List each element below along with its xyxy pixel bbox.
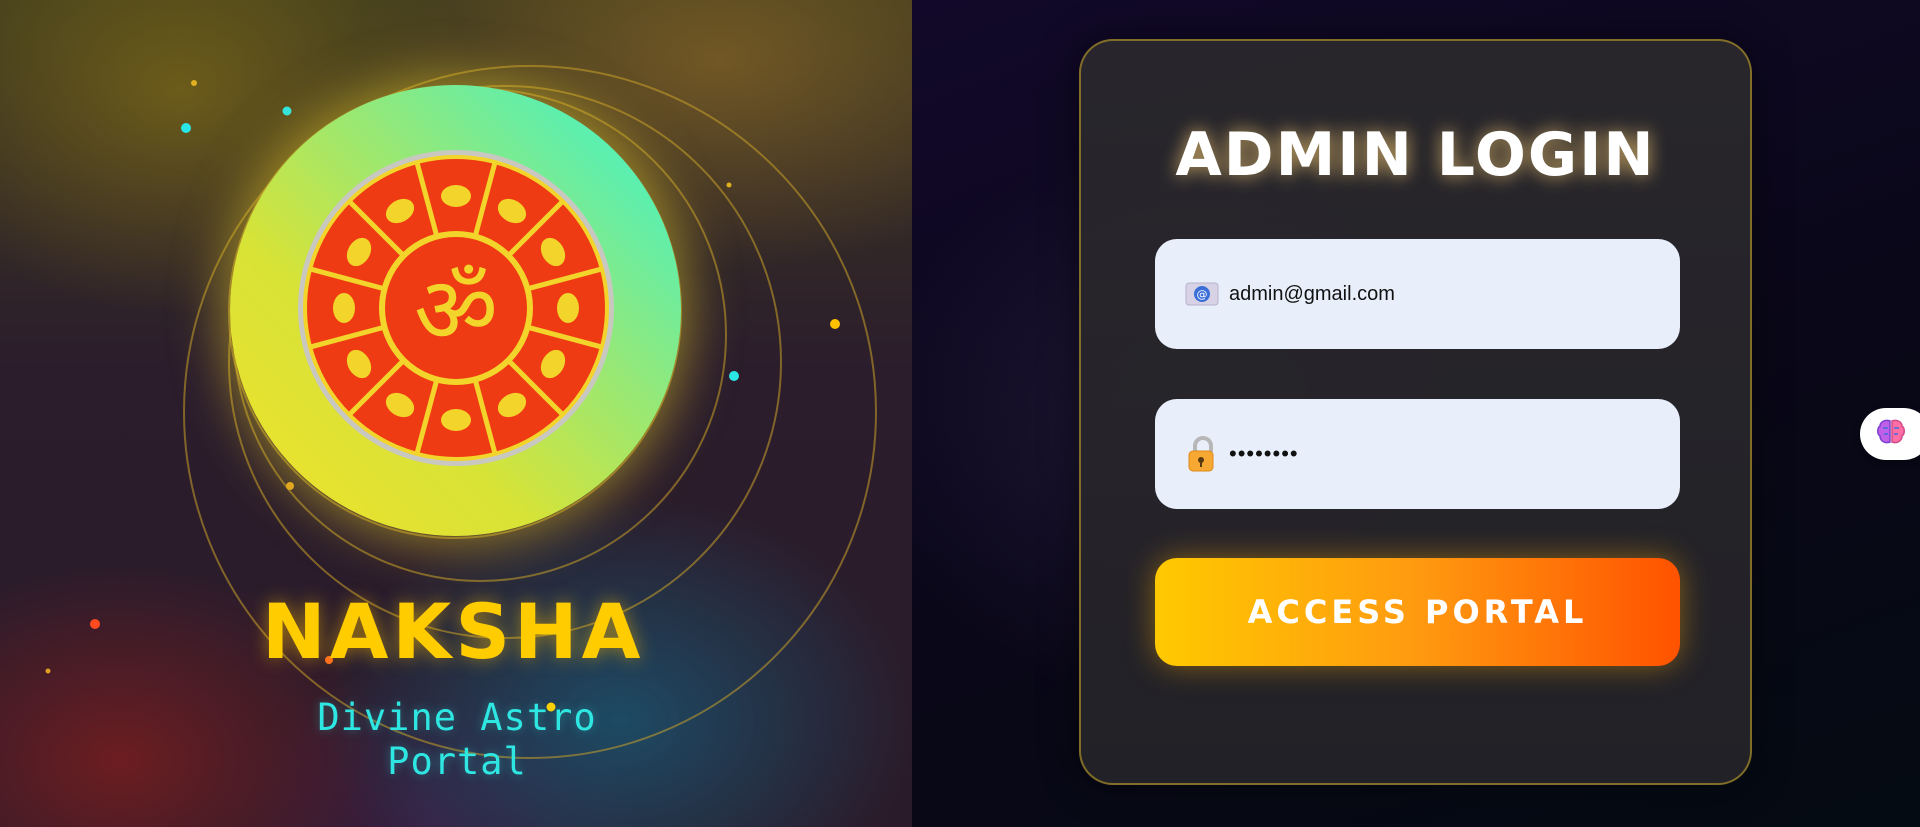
brand-tagline: Divine Astro Portal (317, 696, 597, 783)
assistant-widget-button[interactable] (1860, 408, 1920, 460)
svg-text:@: @ (1197, 288, 1208, 301)
password-field-container[interactable] (1155, 399, 1680, 509)
brain-icon (1876, 418, 1906, 450)
brand-name: NAKSHA (262, 587, 645, 676)
zodiac-sign-glyph (441, 185, 471, 207)
om-zodiac-wheel-icon: ॐ (298, 150, 614, 466)
lock-icon (1185, 436, 1219, 472)
login-title: ADMIN LOGIN (1175, 120, 1656, 190)
email-field-container[interactable]: @ (1155, 239, 1680, 349)
zodiac-sign-glyph (441, 409, 471, 431)
brand-panel: ॐ NAKSHA Divine Astro Portal (0, 0, 912, 827)
zodiac-sign-glyph (557, 293, 579, 323)
email-input[interactable] (1229, 282, 1649, 306)
svg-text:ॐ: ॐ (414, 257, 498, 364)
password-input[interactable] (1229, 441, 1649, 467)
email-icon: @ (1185, 277, 1219, 311)
login-card: ADMIN LOGIN @ ACCESS PORTAL (1079, 39, 1752, 785)
access-portal-button[interactable]: ACCESS PORTAL (1155, 558, 1680, 666)
zodiac-sign-glyph (333, 293, 355, 323)
